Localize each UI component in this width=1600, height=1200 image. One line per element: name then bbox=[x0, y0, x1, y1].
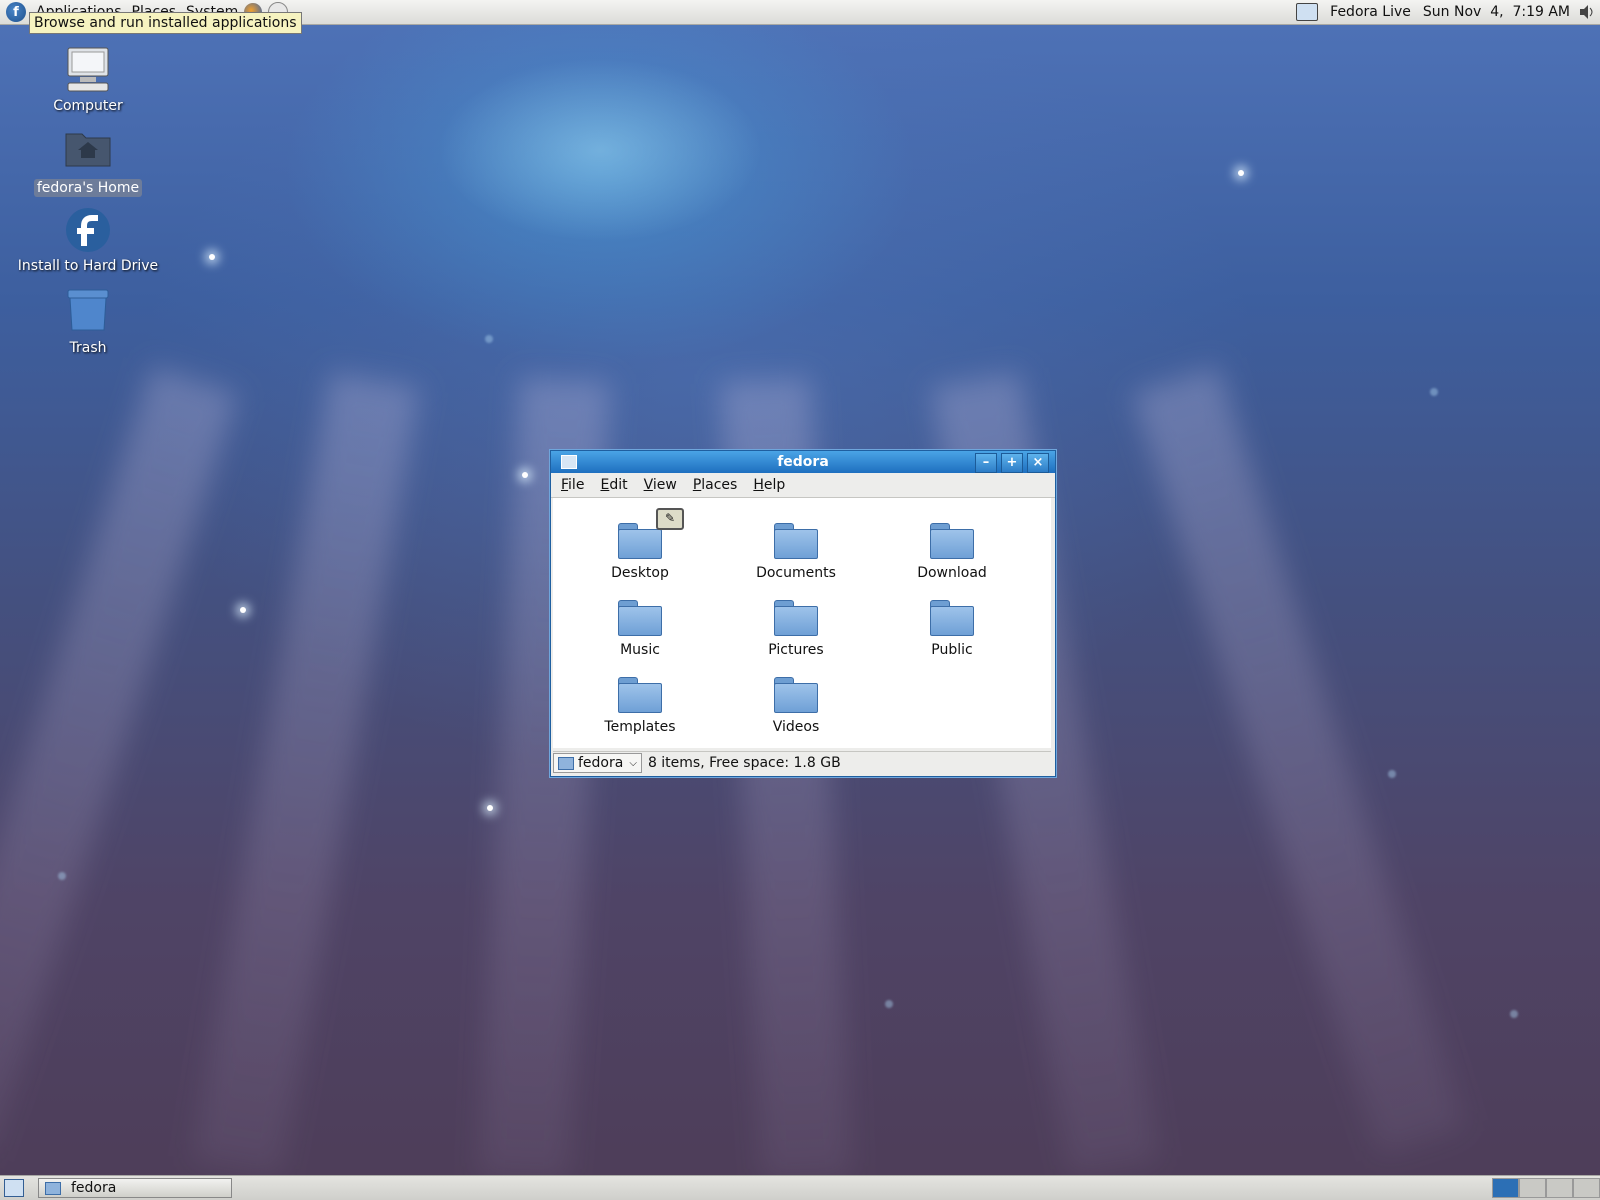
star-sparkle bbox=[487, 805, 493, 811]
folder-icon bbox=[45, 1181, 61, 1195]
menu-view[interactable]: View bbox=[644, 477, 677, 493]
desktop-icon-install[interactable]: Install to Hard Drive bbox=[13, 206, 163, 274]
folder-item[interactable]: Videos bbox=[731, 677, 861, 735]
tooltip: Browse and run installed applications bbox=[29, 12, 302, 34]
desktop-icon-label: Install to Hard Drive bbox=[17, 258, 159, 274]
folder-item[interactable]: Music bbox=[575, 600, 705, 658]
window-titlebar[interactable]: fedora – + × bbox=[551, 451, 1055, 473]
trash-icon bbox=[64, 288, 112, 336]
folder-icon bbox=[618, 677, 662, 713]
file-manager-window: fedora – + × File Edit View Places Help … bbox=[550, 450, 1056, 777]
show-desktop-icon[interactable] bbox=[4, 1179, 24, 1197]
workspace-4[interactable] bbox=[1573, 1178, 1600, 1198]
desktop-icon-label: fedora's Home bbox=[33, 179, 143, 197]
fedora-menu-icon[interactable]: f bbox=[6, 2, 26, 22]
folder-icon bbox=[930, 523, 974, 559]
folder-icon bbox=[774, 677, 818, 713]
bokeh-dot bbox=[885, 1000, 893, 1008]
menu-file[interactable]: File bbox=[561, 477, 584, 493]
computer-icon bbox=[64, 46, 112, 94]
desktop-icon-home[interactable]: fedora's Home bbox=[13, 128, 163, 197]
fedora-logo-icon bbox=[64, 206, 112, 254]
minimize-button[interactable]: – bbox=[975, 453, 997, 473]
bokeh-dot bbox=[58, 872, 66, 880]
window-menubar: File Edit View Places Help bbox=[551, 473, 1055, 498]
window-statusbar: fedora ⌵ 8 items, Free space: 1.8 GB bbox=[553, 751, 1051, 774]
folder-icon bbox=[774, 523, 818, 559]
folder-item[interactable]: Pictures bbox=[731, 600, 861, 658]
folder-label: Videos bbox=[772, 719, 820, 735]
light-beam bbox=[191, 372, 420, 1176]
folder-item[interactable]: Public bbox=[887, 600, 1017, 658]
folder-icon bbox=[558, 756, 574, 770]
workspace-switcher bbox=[1492, 1178, 1600, 1198]
folder-label: Documents bbox=[756, 565, 836, 581]
star-sparkle bbox=[209, 254, 215, 260]
bokeh-dot bbox=[485, 335, 493, 343]
menu-places[interactable]: Places bbox=[693, 477, 738, 493]
star-sparkle bbox=[240, 607, 246, 613]
folder-label: Templates bbox=[604, 719, 676, 735]
workspace-3[interactable] bbox=[1546, 1178, 1573, 1198]
home-folder-icon bbox=[64, 128, 112, 176]
folder-item[interactable]: Desktop bbox=[575, 523, 705, 581]
folder-label: Music bbox=[620, 642, 660, 658]
menu-help[interactable]: Help bbox=[753, 477, 785, 493]
bokeh-dot bbox=[1510, 1010, 1518, 1018]
clock[interactable]: Sun Nov 4, 7:19 AM bbox=[1423, 4, 1570, 20]
bottom-panel: fedora bbox=[0, 1175, 1600, 1200]
window-menu-icon[interactable] bbox=[561, 455, 577, 469]
bokeh-dot bbox=[1388, 770, 1396, 778]
desktop-icon-label: Computer bbox=[53, 98, 123, 114]
network-icon[interactable] bbox=[1296, 3, 1319, 21]
close-button[interactable]: × bbox=[1027, 453, 1049, 473]
location-dropdown[interactable]: fedora ⌵ bbox=[553, 753, 642, 773]
folder-label: Download bbox=[917, 565, 987, 581]
menu-edit[interactable]: Edit bbox=[600, 477, 627, 493]
workspace-1[interactable] bbox=[1492, 1178, 1519, 1198]
bokeh-dot bbox=[1430, 388, 1438, 396]
maximize-button[interactable]: + bbox=[1001, 453, 1023, 473]
desktop-icon-label: Trash bbox=[69, 340, 107, 356]
desktop-icon-trash[interactable]: Trash bbox=[13, 288, 163, 356]
workspace-2[interactable] bbox=[1519, 1178, 1546, 1198]
folder-label: Desktop bbox=[611, 565, 669, 581]
folder-item[interactable]: Templates bbox=[575, 677, 705, 735]
star-sparkle bbox=[522, 472, 528, 478]
chevron-down-icon: ⌵ bbox=[629, 757, 637, 769]
star-sparkle bbox=[1238, 170, 1244, 176]
desktop-icon-computer[interactable]: Computer bbox=[13, 46, 163, 114]
folder-icon bbox=[930, 600, 974, 636]
panel-tray: Fedora Live Sun Nov 4, 7:19 AM bbox=[1296, 0, 1600, 24]
taskbar-button-fedora[interactable]: fedora bbox=[38, 1178, 232, 1198]
note-emblem-icon: ✎ bbox=[656, 508, 684, 530]
folder-item[interactable]: Download bbox=[887, 523, 1017, 581]
folder-view[interactable]: Desktop Documents Download Music Picture… bbox=[553, 498, 1051, 748]
location-label: fedora bbox=[578, 755, 624, 771]
task-label: fedora bbox=[71, 1180, 117, 1196]
light-beam bbox=[1132, 366, 1466, 1155]
folder-icon bbox=[618, 600, 662, 636]
folder-item[interactable]: Documents bbox=[731, 523, 861, 581]
folder-icon bbox=[774, 600, 818, 636]
light-beam bbox=[0, 366, 238, 1155]
volume-icon[interactable] bbox=[1578, 4, 1596, 20]
folder-label: Public bbox=[931, 642, 973, 658]
status-text: 8 items, Free space: 1.8 GB bbox=[647, 755, 841, 771]
user-switcher[interactable]: Fedora Live bbox=[1330, 4, 1411, 20]
folder-label: Pictures bbox=[768, 642, 824, 658]
